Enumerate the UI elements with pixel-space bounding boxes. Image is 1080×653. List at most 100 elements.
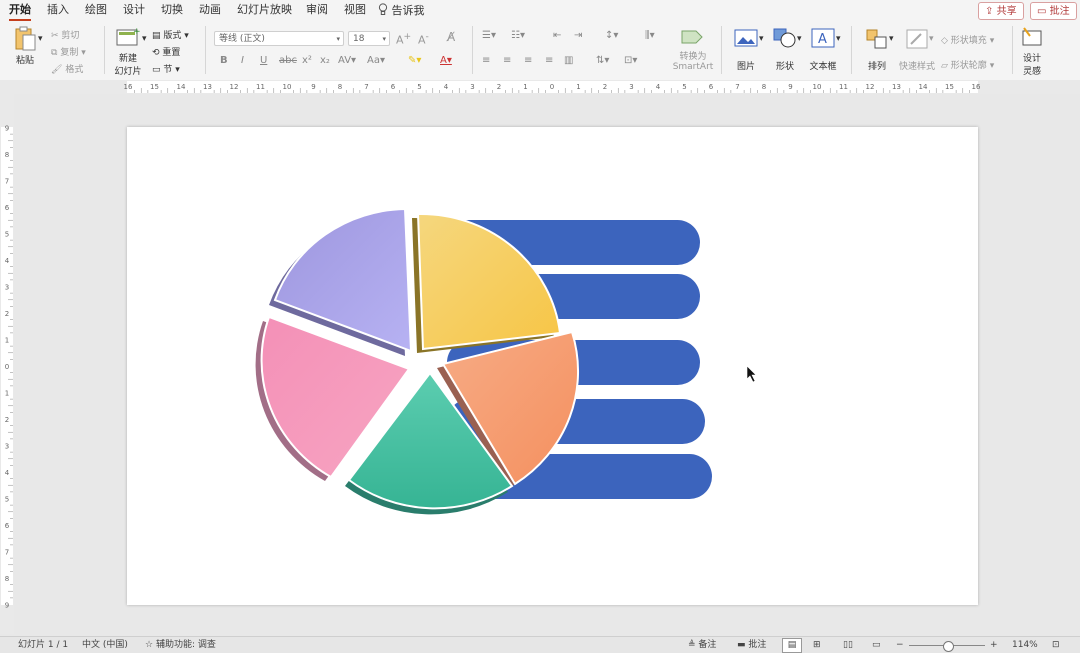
- shape-dropdown-icon[interactable]: ▾: [797, 34, 802, 44]
- slideshow-icon[interactable]: ▭: [872, 639, 881, 651]
- picture-dropdown-icon[interactable]: ▾: [759, 34, 764, 44]
- change-case-icon[interactable]: Aa▾: [367, 55, 385, 66]
- textbox-button[interactable]: A 文本框: [806, 28, 840, 72]
- italic-icon[interactable]: I: [241, 55, 244, 66]
- tell-me[interactable]: 告诉我: [378, 3, 425, 18]
- tab-slideshow[interactable]: 幻灯片放映: [237, 3, 292, 17]
- font-name-combo[interactable]: 等线 (正文) ▾: [214, 31, 344, 46]
- tab-view[interactable]: 视图: [344, 3, 366, 17]
- share-button[interactable]: ⇪ 共享: [978, 2, 1024, 20]
- arrange-dropdown-icon[interactable]: ▾: [889, 34, 894, 44]
- bullets-icon[interactable]: ☰▾: [482, 30, 496, 41]
- svg-text:5: 5: [682, 83, 686, 91]
- textbox-dropdown-icon[interactable]: ▾: [836, 34, 841, 44]
- reset-button[interactable]: ⟲ 重置: [152, 45, 180, 58]
- line-spacing-icon[interactable]: ↕▾: [605, 30, 618, 41]
- new-slide-dropdown-icon[interactable]: ▾: [142, 34, 147, 44]
- align-right-icon[interactable]: ≡: [524, 55, 532, 66]
- align-center-icon[interactable]: ≡: [503, 55, 511, 66]
- comments-button[interactable]: ▭ 批注: [1030, 2, 1077, 20]
- shape-fill-button[interactable]: ◇ 形状填充 ▾: [941, 33, 994, 46]
- zoom-slider[interactable]: [909, 641, 985, 652]
- align-text-icon[interactable]: ⊡▾: [624, 55, 637, 66]
- decrease-indent-icon[interactable]: ⇤: [553, 30, 561, 41]
- fit-slide-icon[interactable]: ⊡: [1052, 639, 1060, 651]
- new-slide-label-1: 新建: [118, 54, 137, 64]
- tab-design[interactable]: 设计: [123, 3, 145, 17]
- tab-review[interactable]: 审阅: [306, 3, 328, 17]
- designer-button[interactable]: 设计 灵感: [1018, 26, 1046, 77]
- normal-view-icon[interactable]: ▤: [782, 638, 802, 653]
- clear-format-icon[interactable]: A̸: [447, 30, 455, 44]
- slide-sorter-icon[interactable]: ⊞: [813, 639, 821, 651]
- paste-button[interactable]: 粘贴: [10, 26, 40, 66]
- bold-icon[interactable]: B: [220, 55, 228, 66]
- chevron-down-icon: ▾: [336, 35, 340, 43]
- format-painter-button[interactable]: 🖌 格式: [51, 62, 83, 75]
- layout-button[interactable]: ▤ 版式 ▾: [152, 28, 189, 41]
- shape-outline-button[interactable]: ▱ 形状轮廓 ▾: [941, 58, 994, 71]
- grow-font-icon[interactable]: A+: [396, 31, 411, 47]
- picture-button[interactable]: 图片: [729, 28, 763, 72]
- accessibility-indicator[interactable]: ☆ 辅助功能: 调查: [145, 639, 216, 651]
- columns-icon[interactable]: ⫼▾: [645, 30, 655, 41]
- designer-label-2: 灵感: [1022, 67, 1041, 77]
- quick-styles-dropdown-icon[interactable]: ▾: [929, 34, 934, 44]
- strikethrough-icon[interactable]: abc: [279, 55, 297, 66]
- highlight-icon[interactable]: ✎▾: [408, 55, 421, 66]
- svg-text:1: 1: [5, 337, 9, 345]
- copy-button[interactable]: ⧉ 复制 ▾: [51, 45, 86, 58]
- tab-transitions[interactable]: 切换: [161, 3, 183, 17]
- paste-label: 粘贴: [15, 56, 34, 66]
- zoom-slider-thumb[interactable]: [943, 641, 954, 652]
- tab-animations[interactable]: 动画: [199, 3, 221, 17]
- subscript-icon[interactable]: x₂: [320, 55, 330, 66]
- svg-text:6: 6: [5, 522, 10, 530]
- superscript-icon[interactable]: x²: [302, 55, 312, 66]
- zoom-out-icon[interactable]: −: [896, 639, 904, 651]
- font-color-icon[interactable]: A▾: [440, 55, 452, 66]
- slide-canvas[interactable]: [127, 127, 978, 605]
- language-indicator[interactable]: 中文 (中国): [82, 639, 128, 651]
- numbering-icon[interactable]: ☷▾: [511, 30, 525, 41]
- text-direction-icon[interactable]: ⇅▾: [596, 55, 609, 66]
- svg-text:11: 11: [256, 83, 265, 91]
- character-spacing-icon[interactable]: AV▾: [338, 55, 356, 66]
- vertical-ruler[interactable]: 9 8 7 6 5 4 3 2 1 0 1 2 3 4 5 6 7 8 9: [0, 94, 14, 634]
- notes-button[interactable]: ≜ 备注: [688, 639, 716, 651]
- horizontal-ruler[interactable]: 16 15 14 13 12 11 10 9 8 7 6 5 4 3 2 1 0 1 2 3 4 5 6 7 8 9 10 11 12 1…: [0, 80, 1080, 94]
- arrange-button[interactable]: 排列: [862, 28, 892, 72]
- new-slide-button[interactable]: + 新建 幻灯片: [112, 26, 144, 77]
- convert-label-1: 转换为: [679, 52, 707, 62]
- shape-label: 形状: [775, 62, 794, 72]
- paste-dropdown-icon[interactable]: ▾: [38, 34, 43, 44]
- distributed-icon[interactable]: ▥: [564, 55, 573, 66]
- tab-insert[interactable]: 插入: [47, 3, 69, 17]
- increase-indent-icon[interactable]: ⇥: [574, 30, 582, 41]
- paintbrush-icon: 🖌: [51, 65, 63, 75]
- cut-button[interactable]: ✂ 剪切: [51, 28, 79, 41]
- justify-icon[interactable]: ≡: [545, 55, 553, 66]
- accessibility-icon: ☆: [145, 640, 154, 650]
- svg-text:12: 12: [230, 83, 239, 91]
- svg-text:0: 0: [550, 83, 554, 91]
- chevron-down-icon: ▾: [382, 35, 386, 43]
- section-button[interactable]: ▭ 节 ▾: [152, 62, 180, 75]
- comments-status-button[interactable]: ▬ 批注: [737, 639, 766, 651]
- tab-home[interactable]: 开始: [9, 3, 31, 21]
- convert-smartart-button[interactable]: 转换为 SmartArt: [670, 28, 716, 72]
- share-icon: ⇪: [985, 6, 994, 17]
- zoom-in-icon[interactable]: +: [990, 639, 998, 651]
- zoom-level[interactable]: 114%: [1012, 639, 1038, 651]
- section-dropdown-icon: ▾: [175, 65, 180, 75]
- reading-view-icon[interactable]: ▯▯: [843, 639, 853, 651]
- notes-icon: ≜: [688, 640, 696, 650]
- tab-draw[interactable]: 绘图: [85, 3, 107, 17]
- font-size-combo[interactable]: 18 ▾: [348, 31, 390, 46]
- svg-text:9: 9: [5, 125, 9, 133]
- align-left-icon[interactable]: ≡: [482, 55, 490, 66]
- shrink-font-icon[interactable]: A-: [418, 31, 429, 47]
- underline-icon[interactable]: U: [260, 55, 267, 66]
- svg-text:3: 3: [5, 284, 9, 292]
- accessibility-label: 辅助功能: 调查: [155, 640, 216, 650]
